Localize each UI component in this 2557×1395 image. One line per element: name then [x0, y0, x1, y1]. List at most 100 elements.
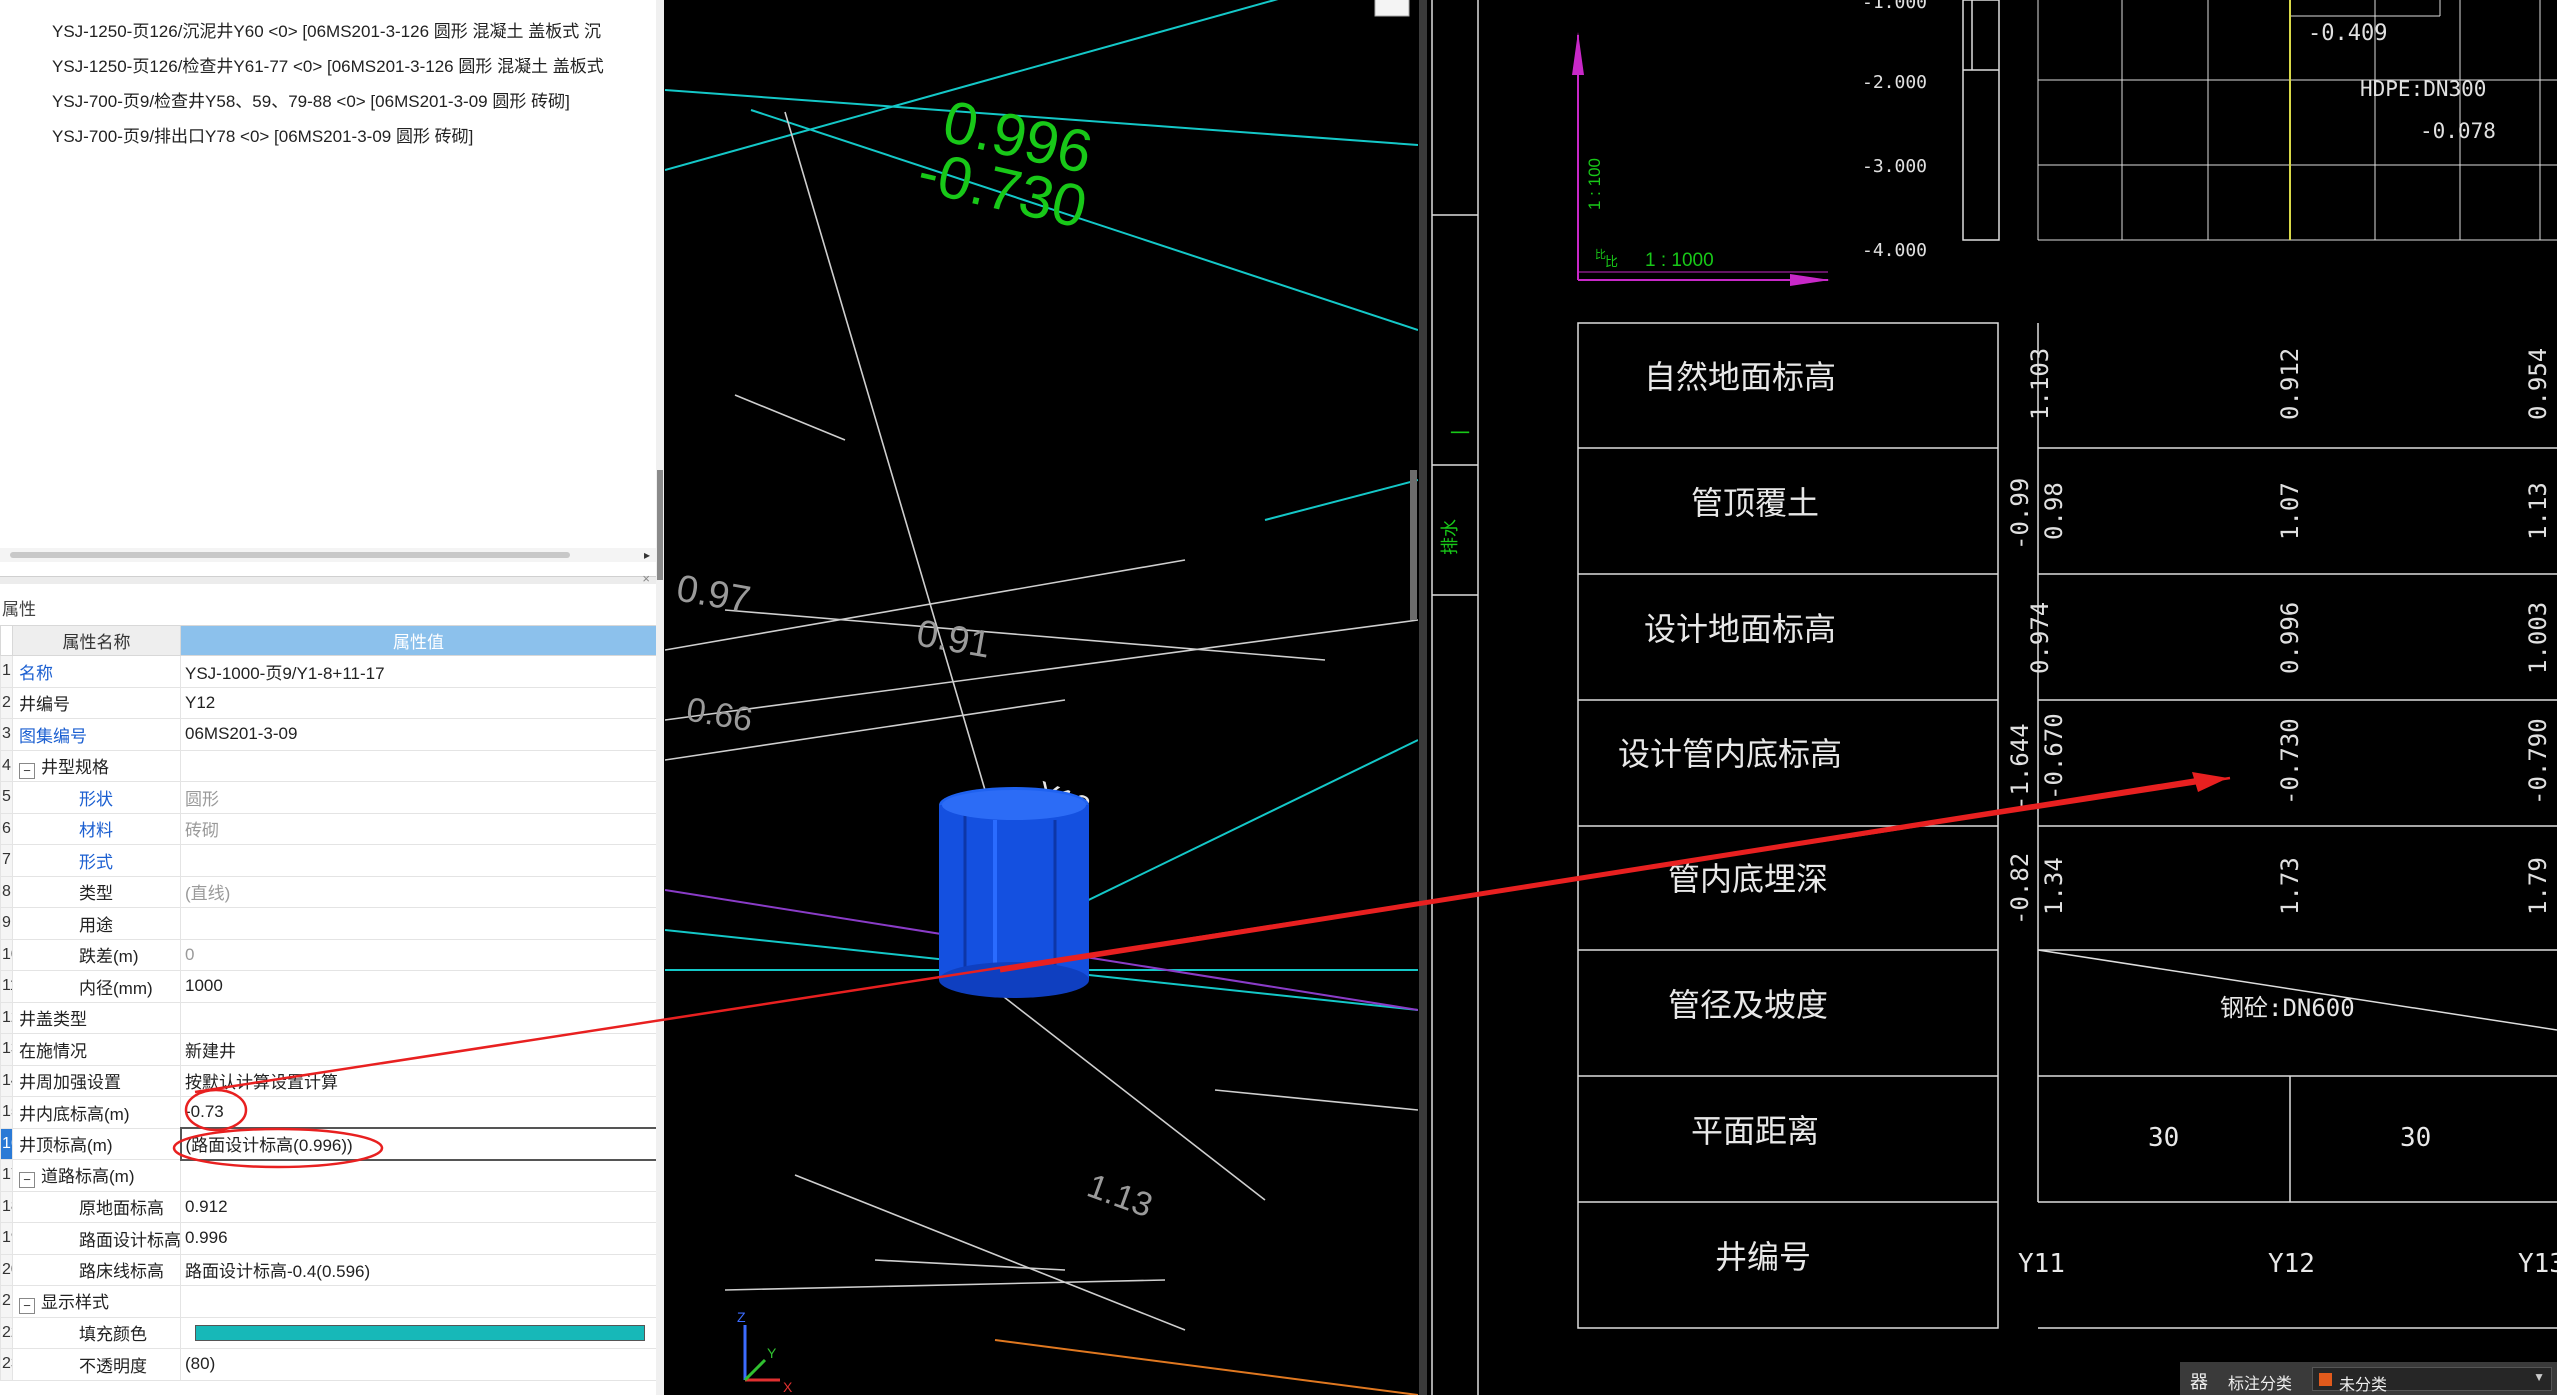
- gray-label: 0.66: [684, 690, 756, 739]
- property-row-drop[interactable]: 10跌差(m)0: [0, 938, 657, 971]
- property-value: [180, 749, 657, 782]
- property-value-editor[interactable]: (路面设计标高(0.996)): [179, 1127, 658, 1161]
- row-number: 12: [0, 1001, 13, 1034]
- property-name: 井顶标高(m): [12, 1127, 181, 1160]
- property-row-fill-color[interactable]: 22填充颜色: [0, 1316, 657, 1349]
- property-row-construction[interactable]: 13在施情况新建井: [0, 1033, 657, 1066]
- gray-label: 1.13: [1082, 1167, 1157, 1225]
- property-value[interactable]: 0.996: [180, 1222, 657, 1255]
- property-value[interactable]: Y12: [180, 686, 657, 719]
- row-number: 17: [0, 1159, 13, 1192]
- 3d-view-scrollbar[interactable]: [1410, 470, 1417, 620]
- gray-label: 0.91: [913, 613, 993, 667]
- property-value[interactable]: 0: [180, 938, 657, 971]
- property-value[interactable]: [180, 844, 657, 877]
- property-row-usage[interactable]: 9 用途: [0, 907, 657, 940]
- property-row-opacity[interactable]: 23不透明度(80): [0, 1348, 657, 1381]
- property-value[interactable]: 按默认计算设置计算: [180, 1064, 657, 1097]
- 3d-view[interactable]: 0.996 -0.730 0.97 0.91 0.66 1.13 Y12 Z X…: [664, 0, 1419, 1395]
- fill-color-swatch[interactable]: [180, 1316, 657, 1349]
- property-name: 类型: [12, 875, 181, 908]
- property-name: 跌差(m): [12, 938, 181, 971]
- view-cube-icon[interactable]: [1374, 0, 1410, 17]
- property-value[interactable]: 0.912: [180, 1190, 657, 1223]
- horizontal-scale-prefix: 比: [1605, 254, 1618, 269]
- property-row-form[interactable]: 7 形式: [0, 844, 657, 877]
- collapse-toggle-icon[interactable]: −: [19, 1298, 35, 1315]
- property-value[interactable]: [180, 1001, 657, 1034]
- property-row-original-ground[interactable]: 18原地面标高0.912: [0, 1190, 657, 1223]
- property-row-name[interactable]: 1 名称 YSJ-1000-页9/Y1-8+11-17: [0, 655, 657, 688]
- row-number: 19: [0, 1222, 13, 1255]
- property-value[interactable]: 砖砌: [180, 812, 657, 845]
- property-group-well-spec[interactable]: 4− 井型规格: [0, 749, 657, 782]
- property-row-atlas-id[interactable]: 3 图集编号 06MS201-3-09: [0, 718, 657, 751]
- axis-x-label: X: [783, 1379, 793, 1395]
- property-group-road-elevation[interactable]: 17−道路标高(m): [0, 1159, 657, 1192]
- property-row-reinforcement[interactable]: 14井周加强设置按默认计算设置计算: [0, 1064, 657, 1097]
- property-row-well-id[interactable]: 2 井编号 Y12: [0, 686, 657, 719]
- property-value[interactable]: 圆形: [180, 781, 657, 814]
- annotation-category-select[interactable]: 未分类 ▼: [2312, 1367, 2552, 1394]
- natural-ground-value: 0.954: [2524, 348, 2552, 420]
- chevron-down-icon[interactable]: ▼: [2533, 1370, 2545, 1384]
- property-name: 井周加强设置: [12, 1064, 181, 1097]
- property-name: 图集编号: [12, 718, 181, 751]
- scrollbar-thumb[interactable]: [657, 470, 663, 580]
- left-vertical-scrollbar[interactable]: [656, 0, 664, 1395]
- property-row-type[interactable]: 8 类型 (直线): [0, 875, 657, 908]
- manhole-well-model[interactable]: [939, 787, 1089, 998]
- property-value: [180, 1285, 657, 1318]
- close-icon[interactable]: ×: [642, 571, 650, 586]
- property-row-inner-diameter[interactable]: 11内径(mm)1000: [0, 970, 657, 1003]
- pane-divider[interactable]: [1419, 0, 1427, 1395]
- property-name: 原地面标高: [12, 1190, 181, 1223]
- distance-value: 30: [2400, 1123, 2431, 1153]
- property-row-shape[interactable]: 5 形状 圆形: [0, 781, 657, 814]
- pipe-label: HDPE:DN300: [2360, 77, 2486, 101]
- tree-item[interactable]: YSJ-1250-页126/沉泥井Y60 <0> [06MS201-3-126 …: [52, 17, 601, 42]
- property-value[interactable]: -0.73: [180, 1096, 657, 1129]
- property-row-material[interactable]: 6 材料 砖砌: [0, 812, 657, 845]
- scroll-right-arrow-icon[interactable]: ▸: [644, 548, 650, 562]
- property-row-road-design[interactable]: 19路面设计标高0.996: [0, 1222, 657, 1255]
- row-number-header: [0, 625, 13, 656]
- cover-value: -0.99: [2006, 478, 2034, 550]
- property-value[interactable]: (80): [180, 1348, 657, 1381]
- property-group-display-style[interactable]: 21−显示样式: [0, 1285, 657, 1318]
- property-name: 井盖类型: [12, 1001, 181, 1034]
- collapse-toggle-icon[interactable]: −: [19, 762, 35, 779]
- tree-item[interactable]: YSJ-700-页9/检查井Y58、59、79-88 <0> [06MS201-…: [52, 87, 570, 112]
- property-row-cover-type[interactable]: 12井盖类型: [0, 1001, 657, 1034]
- property-table: 属性名称 属性值 1 名称 YSJ-1000-页9/Y1-8+11-17 2 井编号 Y…: [0, 625, 658, 1381]
- property-value[interactable]: [180, 907, 657, 940]
- property-row-invert-elevation[interactable]: 15井内底标高(m)-0.73: [0, 1096, 657, 1129]
- tree-horizontal-scrollbar[interactable]: ▸: [0, 548, 656, 562]
- property-value[interactable]: 06MS201-3-09: [180, 718, 657, 751]
- property-value[interactable]: 新建井: [180, 1033, 657, 1066]
- tree-item[interactable]: YSJ-1250-页126/检查井Y61-77 <0> [06MS201-3-1…: [52, 52, 604, 77]
- property-value[interactable]: (直线): [180, 875, 657, 908]
- property-name: 填充颜色: [12, 1316, 181, 1349]
- pipe-size: 钢砼:DN600: [2220, 994, 2355, 1022]
- color-bar[interactable]: [195, 1325, 645, 1342]
- property-value[interactable]: 1000: [180, 970, 657, 1003]
- property-name: 在施情况: [12, 1033, 181, 1066]
- properties-splitter[interactable]: ×: [0, 571, 656, 586]
- property-value[interactable]: YSJ-1000-页9/Y1-8+11-17: [180, 655, 657, 688]
- property-name: 用途: [12, 907, 181, 940]
- profile-drawing-view[interactable]: 一 排水 1 : 100 比 1 : 1000 比 -1.000 -2.000 …: [1427, 0, 2557, 1395]
- property-value[interactable]: 路面设计标高-0.4(0.596): [180, 1253, 657, 1286]
- property-row-subgrade[interactable]: 20路床线标高路面设计标高-0.4(0.596): [0, 1253, 657, 1286]
- scrollbar-thumb[interactable]: [10, 552, 570, 558]
- collapse-toggle-icon[interactable]: −: [19, 1172, 35, 1189]
- category-grid-icon[interactable]: 器: [2190, 1368, 2208, 1394]
- property-name: 形式: [12, 844, 181, 877]
- row-number: 2: [0, 686, 13, 719]
- template-tree: YSJ-1250-页126/沉泥井Y60 <0> [06MS201-3-126 …: [0, 0, 656, 560]
- property-name: 井编号: [12, 686, 181, 719]
- tree-item[interactable]: YSJ-700-页9/排出口Y78 <0> [06MS201-3-09 圆形 砖…: [52, 122, 473, 147]
- profile-drawing[interactable]: 一 排水 1 : 100 比 1 : 1000 比 -1.000 -2.000 …: [1427, 0, 2557, 1395]
- 3d-scene[interactable]: 0.996 -0.730 0.97 0.91 0.66 1.13 Y12 Z X…: [664, 0, 1419, 1395]
- property-row-top-elevation[interactable]: 16井顶标高(m)(路面设计标高(0.996)): [0, 1127, 658, 1161]
